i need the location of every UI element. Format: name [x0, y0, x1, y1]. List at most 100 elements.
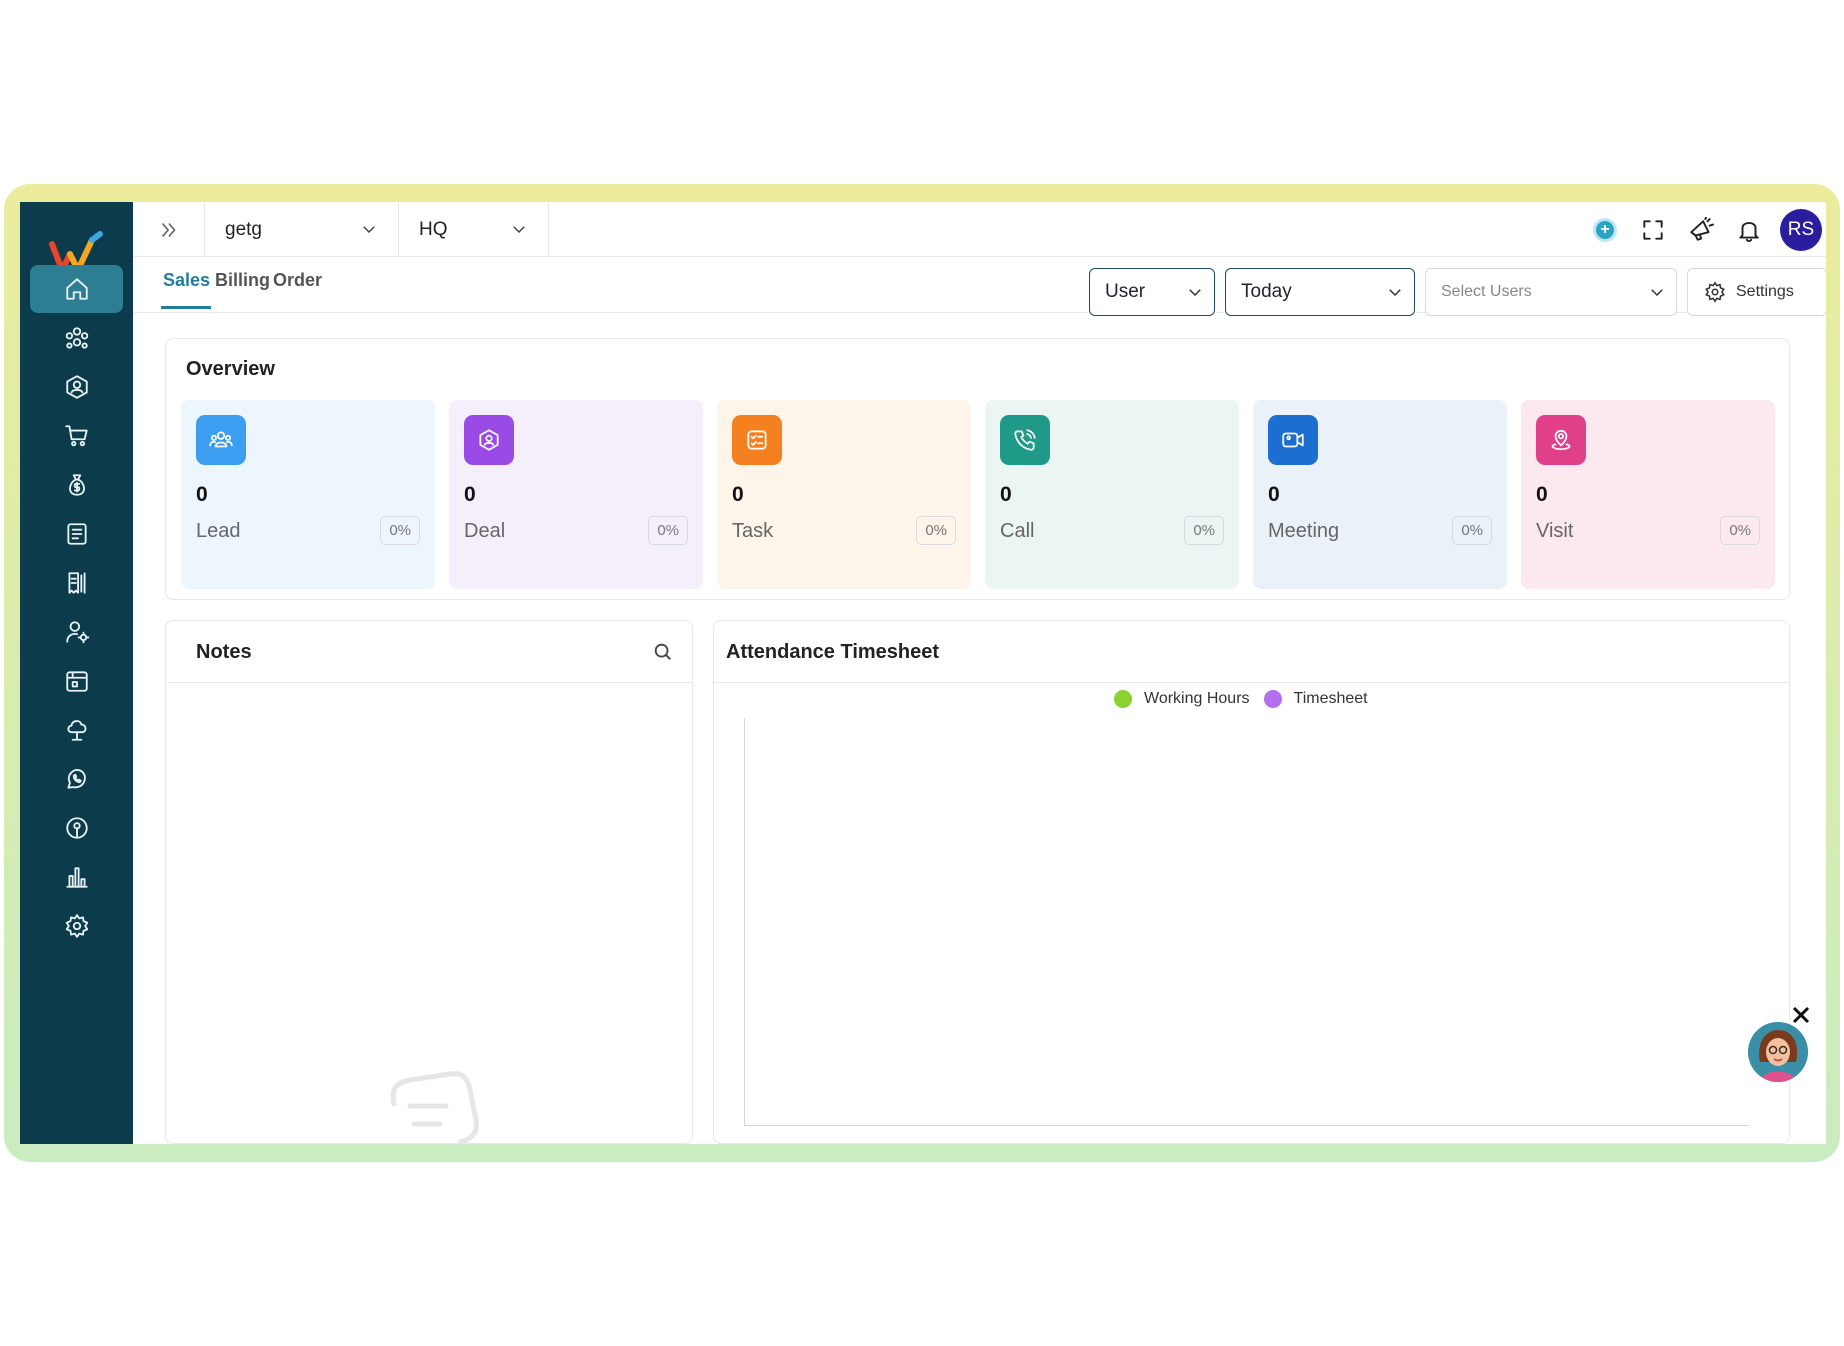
- legend-label-timesheet[interactable]: Timesheet: [1294, 690, 1368, 708]
- bar-chart-icon: [65, 867, 88, 888]
- assistant-avatar-button[interactable]: [1748, 1022, 1808, 1082]
- nav-support[interactable]: [30, 804, 123, 852]
- money-bag-icon: [68, 474, 85, 496]
- attendance-title: Attendance Timesheet: [726, 641, 940, 663]
- top-actions: + RS: [1578, 202, 1826, 257]
- fullscreen-icon: [1643, 219, 1663, 240]
- nav-expenses[interactable]: [30, 559, 123, 607]
- stat-label: Deal: [464, 520, 506, 542]
- stat-card-meeting[interactable]: 0 Meeting 0%: [1253, 400, 1507, 589]
- legend-label-working-hours[interactable]: Working Hours: [1144, 690, 1250, 708]
- nav-orders[interactable]: [30, 412, 123, 460]
- gear-icon: [1705, 281, 1725, 303]
- chevron-down-icon: [363, 226, 375, 234]
- stat-label: Call: [1000, 520, 1035, 542]
- stat-value: 0: [732, 483, 744, 506]
- stat-card-task[interactable]: 0 Task 0%: [717, 400, 971, 589]
- stat-percent-badge: 0%: [380, 516, 420, 545]
- company-select[interactable]: getg: [205, 202, 399, 257]
- users-select-placeholder: Select Users: [1441, 283, 1532, 300]
- tab-order[interactable]: Order: [273, 270, 322, 291]
- nav-settings[interactable]: [30, 902, 123, 950]
- quick-add-button[interactable]: +: [1584, 209, 1626, 251]
- bell-icon: [1739, 221, 1759, 242]
- nav-billing[interactable]: [30, 461, 123, 509]
- fullscreen-button[interactable]: [1632, 209, 1674, 251]
- stat-label: Lead: [196, 520, 241, 542]
- stat-percent-badge: 0%: [648, 516, 688, 545]
- chevron-down-icon: [1389, 289, 1401, 297]
- deal-icon: [65, 375, 88, 399]
- stat-label: Meeting: [1268, 520, 1340, 542]
- period-select[interactable]: Today: [1225, 268, 1415, 316]
- notifications-button[interactable]: [1728, 209, 1770, 251]
- location-icon: [1536, 415, 1586, 465]
- nav-calendar[interactable]: [30, 657, 123, 705]
- settings-button[interactable]: Settings: [1687, 268, 1826, 316]
- stat-percent-badge: 0%: [1184, 516, 1224, 545]
- users-select[interactable]: Select Users: [1425, 268, 1677, 316]
- receipt-icon: [67, 572, 86, 594]
- legend-dot-working-hours: [1114, 690, 1132, 708]
- empty-notes-icon: [390, 1071, 479, 1145]
- stat-value: 0: [1000, 483, 1012, 506]
- tab-billing[interactable]: Billing: [215, 270, 270, 291]
- notes-header: Notes: [166, 621, 692, 683]
- user-gear-icon: [65, 621, 89, 644]
- stat-label: Visit: [1536, 520, 1574, 542]
- nav-deals[interactable]: [30, 363, 123, 411]
- video-icon: [1268, 415, 1318, 465]
- stat-percent-badge: 0%: [916, 516, 956, 545]
- sub-bar: Sales Billing Order User Today Select Us…: [133, 258, 1826, 316]
- stat-card-deal[interactable]: 0 Deal 0%: [449, 400, 703, 589]
- branch-select[interactable]: HQ: [399, 202, 549, 257]
- stat-value: 0: [464, 483, 476, 506]
- calendar-icon: [65, 671, 88, 692]
- nav-network[interactable]: [30, 706, 123, 754]
- tab-sales[interactable]: Sales: [163, 270, 210, 291]
- chart-legend: Working Hours Timesheet: [1114, 690, 1368, 708]
- expand-sidebar-button[interactable]: [133, 202, 205, 257]
- nav-invoices[interactable]: [30, 510, 123, 558]
- sidebar: [20, 202, 133, 1144]
- top-bar: getg HQ + RS: [133, 202, 1826, 257]
- announcements-button[interactable]: [1680, 209, 1722, 251]
- whatsapp-icon: [66, 769, 86, 789]
- stat-value: 0: [1268, 483, 1280, 506]
- nav-leads[interactable]: [30, 314, 123, 362]
- period-select-value: Today: [1241, 281, 1292, 302]
- close-icon[interactable]: [1790, 1004, 1812, 1026]
- attendance-header: Attendance Timesheet: [714, 621, 1789, 683]
- users-icon: [196, 415, 246, 465]
- megaphone-icon: [1690, 216, 1714, 241]
- stat-card-lead[interactable]: 0 Lead 0%: [181, 400, 435, 589]
- task-icon: [732, 415, 782, 465]
- stat-card-call[interactable]: 0 Call 0%: [985, 400, 1239, 589]
- gear-icon: [65, 914, 88, 938]
- assistant-face-icon: [1748, 1022, 1808, 1082]
- active-tab-indicator: [161, 306, 211, 309]
- support-icon: [65, 817, 88, 839]
- users-icon: [65, 327, 88, 349]
- legend-dot-timesheet: [1263, 690, 1282, 708]
- nav-reports[interactable]: [30, 853, 123, 901]
- chevron-down-icon: [1651, 289, 1663, 297]
- view-select-value: User: [1105, 281, 1146, 302]
- nav-home[interactable]: [30, 265, 123, 313]
- home-icon: [65, 278, 88, 300]
- notes-panel: Notes: [165, 620, 693, 1144]
- search-icon[interactable]: [652, 641, 674, 663]
- nav-user-settings[interactable]: [30, 608, 123, 656]
- stat-card-visit[interactable]: 0 Visit 0%: [1521, 400, 1775, 589]
- company-select-value: getg: [225, 218, 262, 240]
- chevron-down-icon: [1189, 289, 1201, 297]
- stat-value: 0: [196, 483, 208, 506]
- overview-title: Overview: [186, 358, 275, 380]
- attendance-chart-area: [744, 718, 1749, 1126]
- nav-whatsapp[interactable]: [30, 755, 123, 803]
- plus-icon: +: [1593, 217, 1617, 242]
- avatar[interactable]: RS: [1780, 208, 1822, 251]
- chevron-down-icon: [513, 226, 525, 234]
- branch-select-value: HQ: [419, 218, 448, 240]
- view-select[interactable]: User: [1089, 268, 1215, 316]
